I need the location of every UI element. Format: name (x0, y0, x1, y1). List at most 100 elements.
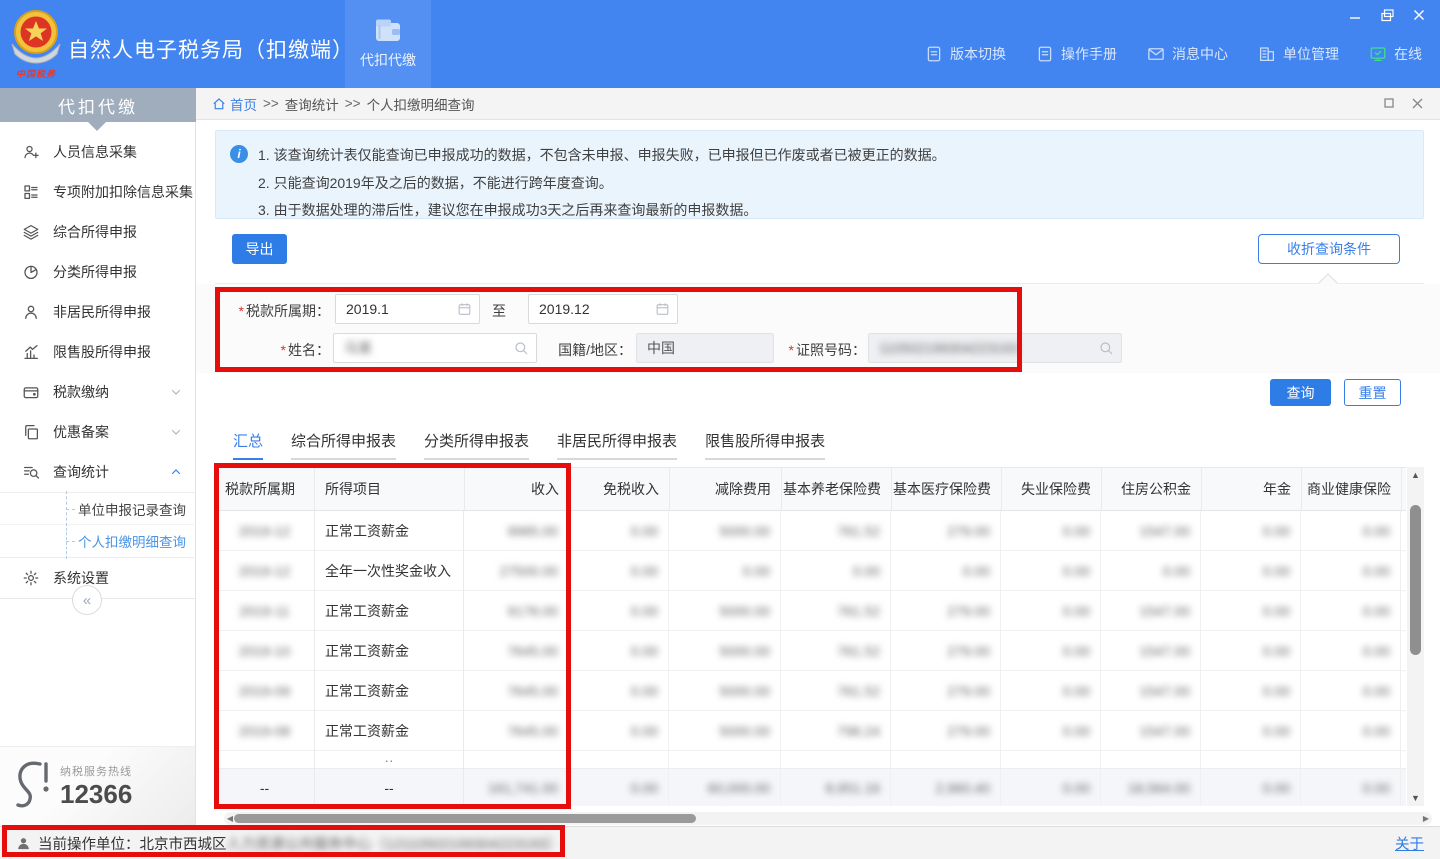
totals-value: 0.00 (1201, 769, 1301, 806)
period-label: *税款所属期： (218, 301, 330, 321)
vertical-scroll-thumb[interactable] (1410, 505, 1421, 655)
header-menu-online-status[interactable]: 在线 (1369, 44, 1422, 64)
hotline-caption: 纳税服务热线 (60, 763, 132, 779)
calendar-icon[interactable] (655, 302, 670, 317)
close-button[interactable] (1406, 4, 1432, 26)
sidebar: 代扣代缴 人员信息采集专项附加扣除信息采集综合所得申报分类所得申报非居民所得申报… (0, 88, 196, 826)
header-menu-operation-manual[interactable]: 操作手册 (1036, 44, 1117, 64)
collapse-query-button[interactable]: 收折查询条件 (1258, 234, 1400, 264)
cell-value: 0.00 (1301, 631, 1401, 671)
reset-button[interactable]: 重置 (1344, 379, 1401, 406)
table-row: 2019-12正常工资薪金9985.000.005000.00761.52279… (215, 511, 1406, 551)
tab-1[interactable]: 综合所得申报表 (291, 430, 396, 460)
titlebar: 中国税务 自然人电子税务局（扣缴端） 代扣代缴 版本切换操作手册消息中心单位管理… (0, 0, 1440, 88)
cell-value: 279.00 (891, 671, 1001, 711)
column-header-0: 税款所属期 (215, 468, 315, 511)
chevron-up-icon (170, 466, 182, 478)
cell-value: 0.00 (1001, 631, 1101, 671)
totals-value: 161,741.00 (464, 769, 569, 806)
sidebar-item-preference-filing[interactable]: 优惠备案 (0, 412, 196, 452)
cell-value: 0.00 (1001, 511, 1101, 551)
breadcrumb-item-current: 个人扣缴明细查询 (367, 94, 475, 114)
scroll-right-arrow[interactable]: ▶ (1420, 812, 1432, 825)
breadcrumb-home-link[interactable]: 首页 (212, 94, 257, 114)
cell-period: 2019-10 (215, 631, 315, 671)
scroll-up-arrow[interactable]: ▲ (1407, 467, 1424, 483)
top-tab-withholding[interactable]: 代扣代缴 (345, 0, 431, 88)
period-to-input[interactable]: 2019.12 (528, 294, 678, 324)
vertical-scrollbar[interactable]: ▲ ▼ (1407, 467, 1424, 806)
sidebar-item-query-statistics[interactable]: 查询统计 (0, 452, 196, 492)
name-input[interactable]: 马某 (333, 333, 537, 363)
cell-period: 2019-12 (215, 551, 315, 591)
sidebar-item-tax-payment[interactable]: 税款缴纳 (0, 372, 196, 412)
nationality-input: 中国 (636, 333, 774, 363)
panel-close-icon[interactable] (1410, 96, 1424, 110)
panel-maximize-icon[interactable] (1382, 96, 1396, 110)
minimize-button[interactable] (1342, 4, 1368, 26)
cell-value: 7645.00 (464, 671, 569, 711)
header-menu-version-switch[interactable]: 版本切换 (925, 44, 1006, 64)
cell-value: 9985.00 (464, 511, 569, 551)
sidebar-item-restricted-stock-declare[interactable]: 限售股所得申报 (0, 332, 196, 372)
scroll-down-arrow[interactable]: ▼ (1407, 790, 1424, 806)
search-icon[interactable] (513, 340, 529, 356)
column-header-11: 税 (1402, 468, 1406, 511)
cell-value: 761.52 (781, 511, 891, 551)
about-link[interactable]: 关于 (1395, 833, 1424, 854)
id-number-input[interactable]: 110502199304223193 (868, 333, 1122, 363)
totals-item: -- (314, 769, 464, 806)
sidebar-header-caret (88, 122, 106, 131)
horizontal-scrollbar[interactable]: ◀ ▶ (224, 812, 1432, 825)
cell-value: 0.00 (1201, 511, 1301, 551)
notice-panel: i 1. 该查询统计表仅能查询已申报成功的数据，不包含未申报、申报失败，已申报但… (215, 130, 1424, 219)
cell-value: 27500.00 (464, 551, 569, 591)
cell-value: 7645.00 (464, 711, 569, 751)
sidebar-subitem-unit-declare-record-query[interactable]: 单位申报记录查询 (0, 493, 196, 525)
calendar-icon[interactable] (457, 302, 472, 317)
cell-value: 279.00 (891, 631, 1001, 671)
cell-value: 0.00 (1201, 551, 1301, 591)
cell-value: 0.00 (569, 631, 669, 671)
sidebar-subitem-personal-withholding-detail-query[interactable]: 个人扣缴明细查询 (0, 525, 196, 557)
sidebar-item-special-deduction-collection[interactable]: 专项附加扣除信息采集 (0, 172, 196, 212)
tab-2[interactable]: 分类所得申报表 (424, 430, 529, 460)
list-icon (22, 183, 40, 201)
table-totals-row: ----161,741.000.0060,000.008,951.162,960… (215, 769, 1406, 806)
table-row: 2019-08正常工资薪金7645.000.005000.00798.24279… (215, 711, 1406, 751)
tab-3[interactable]: 非居民所得申报表 (557, 430, 677, 460)
column-header-1: 所得项目 (315, 468, 465, 511)
breadcrumb: 首页 >> 查询统计 >> 个人扣缴明细查询 (196, 88, 1440, 120)
cell-value: 0 (1401, 631, 1406, 671)
hotline-block: 纳税服务热线 12366 (0, 746, 195, 826)
cell-value: 5000.00 (669, 591, 781, 631)
cell-income-item: 正常工资薪金 (314, 671, 464, 711)
cell-value: 5000.00 (669, 631, 781, 671)
cell-value: 0.00 (891, 551, 1001, 591)
cell-value: 0.00 (1201, 711, 1301, 751)
query-button[interactable]: 查询 (1270, 379, 1331, 406)
table-cell (669, 751, 781, 769)
sidebar-item-personnel-info-collection[interactable]: 人员信息采集 (0, 132, 196, 172)
sidebar-item-comprehensive-income-declare[interactable]: 综合所得申报 (0, 212, 196, 252)
totals-value: 0.00 (1001, 769, 1101, 806)
horizontal-scroll-thumb[interactable] (234, 814, 696, 823)
tab-4[interactable]: 限售股所得申报表 (705, 430, 825, 460)
sidebar-item-classified-income-declare[interactable]: 分类所得申报 (0, 252, 196, 292)
cell-value: 1547.00 (1101, 591, 1201, 631)
operator-unit-visible: 北京市西城区 (140, 833, 227, 854)
header-menu-message-center[interactable]: 消息中心 (1147, 44, 1228, 64)
cell-income-item: 全年一次性奖金收入 (314, 551, 464, 591)
column-header-8: 住房公积金 (1102, 468, 1202, 511)
sidebar-collapse-button[interactable]: « (72, 585, 102, 615)
restore-button[interactable] (1374, 4, 1400, 26)
person-icon (22, 303, 40, 321)
header-menu-unit-management[interactable]: 单位管理 (1258, 44, 1339, 64)
export-button[interactable]: 导出 (232, 234, 287, 264)
search-icon[interactable] (1098, 340, 1114, 356)
cell-value: 0.00 (1301, 671, 1401, 711)
tab-0[interactable]: 汇总 (233, 430, 263, 460)
sidebar-item-nonresident-income-declare[interactable]: 非居民所得申报 (0, 292, 196, 332)
period-from-input[interactable]: 2019.1 (335, 294, 480, 324)
collapse-caret (1318, 273, 1338, 283)
